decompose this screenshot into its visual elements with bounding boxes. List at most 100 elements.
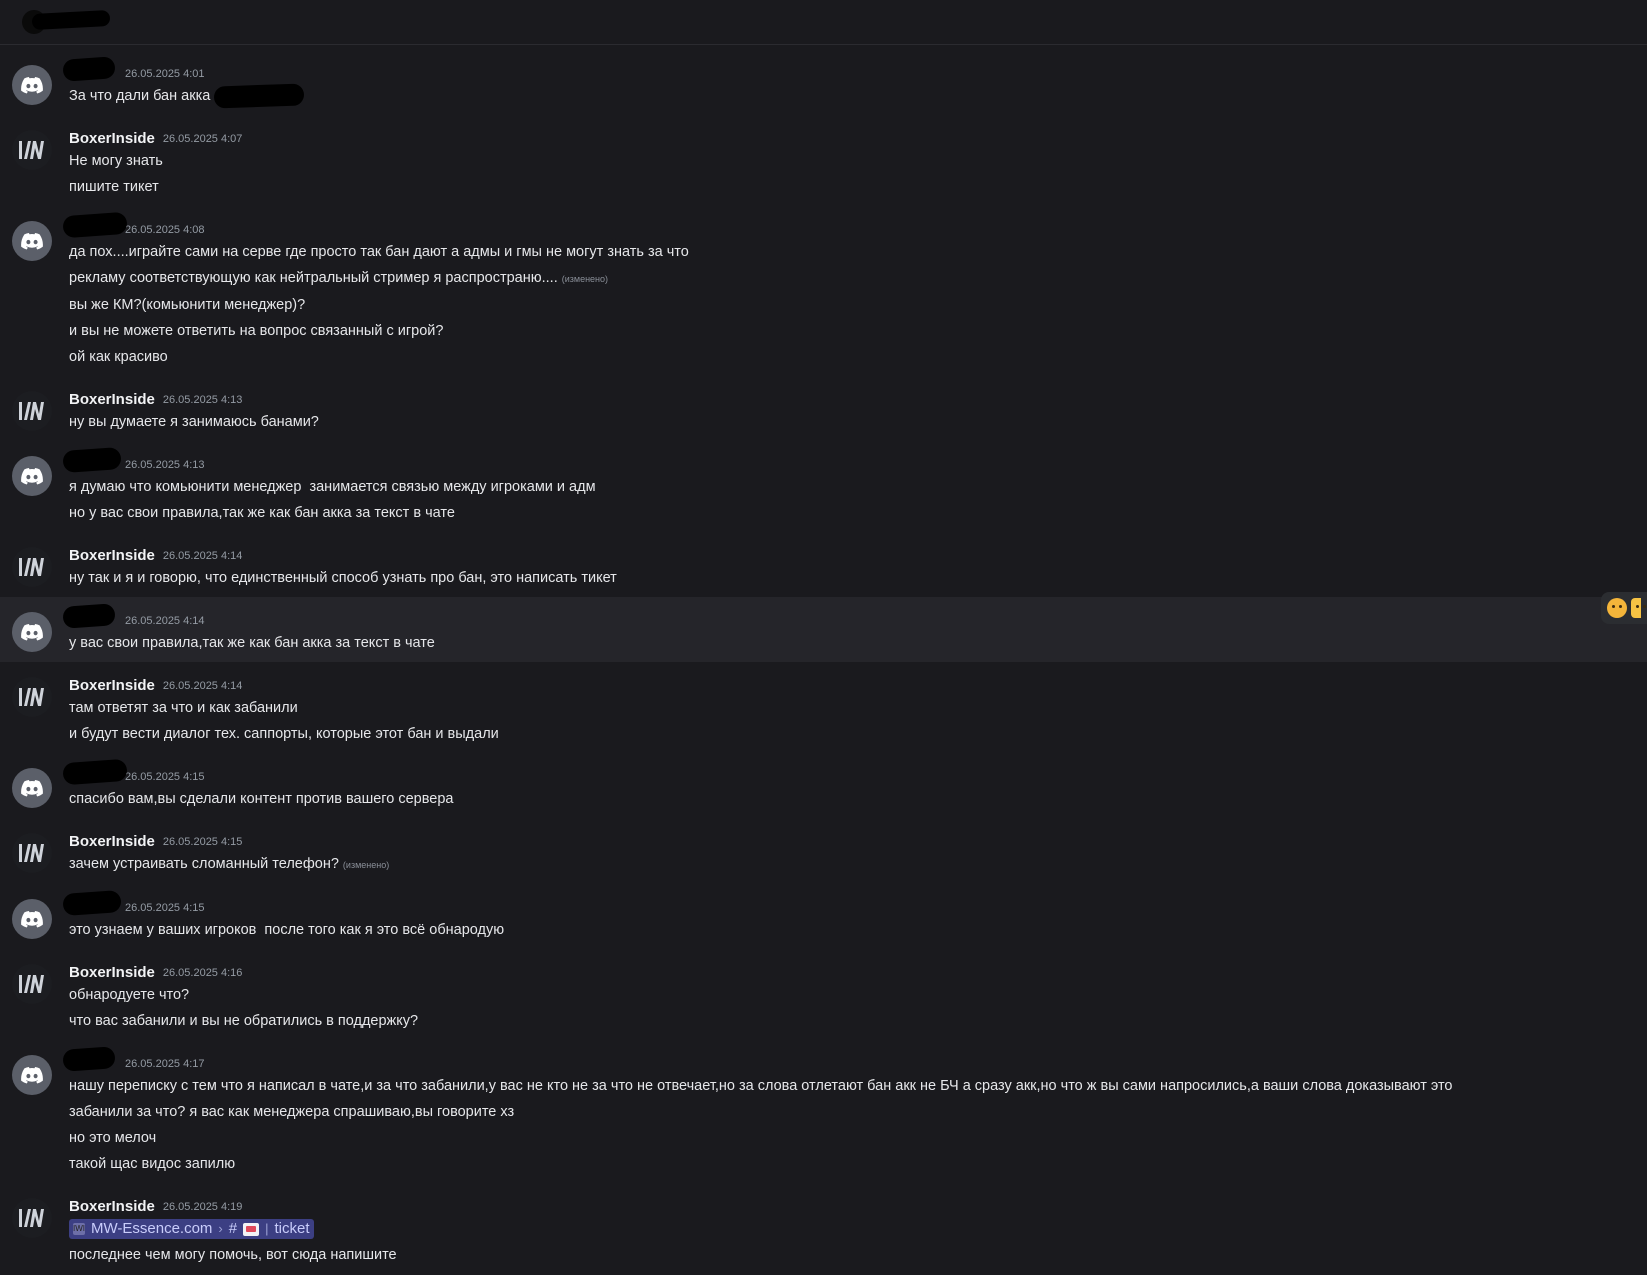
message[interactable]: BoxerInside 26.05.2025 4:15 зачем устраива…	[0, 818, 1647, 884]
redacted-channel-title	[31, 9, 111, 31]
author-name[interactable]: BoxerInside	[69, 129, 155, 148]
boxer-avatar-icon[interactable]	[12, 833, 52, 873]
message-timestamp[interactable]: 26.05.2025 4:16	[163, 964, 243, 982]
message[interactable]: BoxerInside 26.05.2025 4:14 ну так и я и г…	[0, 532, 1647, 597]
message-line: я думаю что комьюнити менеджер занимаетс…	[69, 479, 596, 495]
message-text: пишите тикет	[69, 174, 1647, 200]
message-line: спасибо вам,вы сделали контент против ва…	[69, 791, 454, 807]
message[interactable]: BoxerInside 26.05.2025 4:16 обнародуете чт…	[0, 949, 1647, 1040]
message-line: Не могу знать	[69, 153, 163, 169]
author-name[interactable]: BoxerInside	[69, 832, 155, 851]
discord-avatar-icon[interactable]	[12, 612, 52, 652]
message-line: и будут вести диалог тех. саппорты, кото…	[69, 726, 499, 742]
message-text: нашу переписку с тем что я написал в чат…	[69, 1073, 1647, 1099]
message-timestamp[interactable]: 26.05.2025 4:14	[163, 547, 243, 565]
message[interactable]: BoxerInside 26.05.2025 4:19 IWI MW-Essence.…	[0, 1183, 1647, 1274]
author-name[interactable]: BoxerInside	[69, 1197, 155, 1216]
discord-avatar-icon[interactable]	[12, 221, 52, 261]
message-timestamp[interactable]: 26.05.2025 4:07	[163, 130, 243, 148]
discord-avatar-icon[interactable]	[12, 899, 52, 939]
redacted-author-name	[62, 1046, 116, 1072]
boxer-avatar-icon[interactable]	[12, 677, 52, 717]
message[interactable]: 26.05.2025 4:15 это узнаем у ваших игроко…	[0, 884, 1647, 949]
envelope-icon	[243, 1222, 260, 1236]
message-header: BoxerInside 26.05.2025 4:14	[69, 544, 1647, 565]
message-list: 26.05.2025 4:01 За что дали бан акка Boxer…	[0, 50, 1647, 1274]
message-text: забанили за что? я вас как менеджера спр…	[69, 1099, 1647, 1125]
boxer-avatar-icon[interactable]	[12, 1198, 52, 1238]
message-text: вы же КМ?(комьюнити менеджер)?	[69, 292, 1647, 318]
message[interactable]: BoxerInside 26.05.2025 4:13 ну вы думаете …	[0, 376, 1647, 441]
message-timestamp[interactable]: 26.05.2025 4:13	[163, 391, 243, 409]
message-text: ну так и я и говорю, что единственный сп…	[69, 565, 1647, 591]
edited-label: (изменено)	[561, 274, 609, 284]
message-timestamp[interactable]: 26.05.2025 4:14	[125, 612, 205, 630]
message-timestamp[interactable]: 26.05.2025 4:08	[125, 221, 205, 239]
author-name[interactable]: BoxerInside	[69, 546, 155, 565]
message-header: BoxerInside 26.05.2025 4:13	[69, 388, 1647, 409]
edited-label: (изменено)	[342, 860, 390, 870]
message-line: обнародуете что?	[69, 987, 190, 1003]
message-line: ну вы думаете я занимаюсь банами?	[69, 414, 319, 430]
message-timestamp[interactable]: 26.05.2025 4:15	[125, 768, 205, 786]
message[interactable]: 26.05.2025 4:15 спасибо вам,вы сделали ко…	[0, 753, 1647, 818]
server-name: MW-Essence.com	[91, 1220, 213, 1238]
discord-avatar-icon[interactable]	[12, 1055, 52, 1095]
boxer-avatar-icon[interactable]	[12, 964, 52, 1004]
message[interactable]: 26.05.2025 4:01 За что дали бан акка	[0, 50, 1647, 115]
boxer-avatar-icon[interactable]	[12, 547, 52, 587]
message-text: IWI MW-Essence.com › # | ticket	[69, 1216, 1647, 1242]
author-name[interactable]: BoxerInside	[69, 676, 155, 695]
message-timestamp[interactable]: 26.05.2025 4:14	[163, 677, 243, 695]
message-text: что вас забанили и вы не обратились в по…	[69, 1008, 1647, 1034]
discord-avatar-icon[interactable]	[12, 456, 52, 496]
message-text: За что дали бан акка	[69, 83, 1647, 109]
message-text: спасибо вам,вы сделали контент против ва…	[69, 786, 1647, 812]
message-header: 26.05.2025 4:13	[62, 447, 1647, 474]
redacted-author-name	[62, 603, 116, 629]
message-line: и вы не можете ответить на вопрос связан…	[69, 323, 444, 339]
message[interactable]: 26.05.2025 4:13 я думаю что комьюнити мен…	[0, 441, 1647, 532]
message-header: 26.05.2025 4:08	[62, 211, 1647, 239]
message-line: забанили за что? я вас как менеджера спр…	[69, 1104, 515, 1120]
message-timestamp[interactable]: 26.05.2025 4:15	[163, 833, 243, 851]
author-name[interactable]: BoxerInside	[69, 390, 155, 409]
message-text: рекламу соответствующую как нейтральный …	[69, 265, 1647, 292]
redacted-author-name	[62, 447, 122, 473]
message-header: 26.05.2025 4:15	[62, 890, 1647, 917]
message-line: у вас свои правила,так же как бан акка з…	[69, 635, 435, 651]
message-line: но это мелоч	[69, 1130, 157, 1146]
channel-mention-link[interactable]: IWI MW-Essence.com › # | ticket	[69, 1219, 314, 1240]
message-text: там ответят за что и как забанили	[69, 695, 1647, 721]
message-timestamp[interactable]: 26.05.2025 4:13	[125, 456, 205, 474]
message[interactable]: 26.05.2025 4:14 у вас свои правила,так же…	[0, 597, 1647, 662]
emoji-reaction-icon[interactable]	[1607, 598, 1627, 618]
message-header: BoxerInside 26.05.2025 4:15	[69, 830, 1647, 851]
thumbs-up-reaction-icon[interactable]	[1631, 598, 1641, 618]
message-timestamp[interactable]: 26.05.2025 4:19	[163, 1198, 243, 1216]
message-header: BoxerInside 26.05.2025 4:14	[69, 674, 1647, 695]
message-timestamp[interactable]: 26.05.2025 4:01	[125, 65, 205, 83]
channel-header	[0, 0, 1647, 45]
message[interactable]: BoxerInside 26.05.2025 4:14 там ответят за…	[0, 662, 1647, 753]
message-timestamp[interactable]: 26.05.2025 4:17	[125, 1055, 205, 1073]
reaction-toolbar[interactable]	[1601, 592, 1647, 624]
author-name[interactable]: BoxerInside	[69, 963, 155, 982]
message-line: последнее чем могу помочь, вот сюда напи…	[69, 1247, 397, 1263]
redacted-text	[213, 83, 305, 109]
message-line: вы же КМ?(комьюнити менеджер)?	[69, 297, 306, 313]
message-text: но у вас свои правила,так же как бан акк…	[69, 500, 1647, 526]
boxer-avatar-icon[interactable]	[12, 130, 52, 170]
message[interactable]: BoxerInside 26.05.2025 4:07 Не могу знать п…	[0, 115, 1647, 206]
discord-avatar-icon[interactable]	[12, 768, 52, 808]
discord-avatar-icon[interactable]	[12, 65, 52, 105]
message-header: 26.05.2025 4:01	[62, 56, 1647, 83]
boxer-avatar-icon[interactable]	[12, 391, 52, 431]
message-line: там ответят за что и как забанили	[69, 700, 298, 716]
message-text: обнародуете что?	[69, 982, 1647, 1008]
message-line: нашу переписку с тем что я написал в чат…	[69, 1078, 1453, 1094]
message-timestamp[interactable]: 26.05.2025 4:15	[125, 899, 205, 917]
message[interactable]: 26.05.2025 4:17 нашу переписку с тем что …	[0, 1040, 1647, 1183]
server-icon: IWI	[73, 1223, 85, 1236]
message[interactable]: 26.05.2025 4:08 да пох....играйте сами на…	[0, 206, 1647, 376]
